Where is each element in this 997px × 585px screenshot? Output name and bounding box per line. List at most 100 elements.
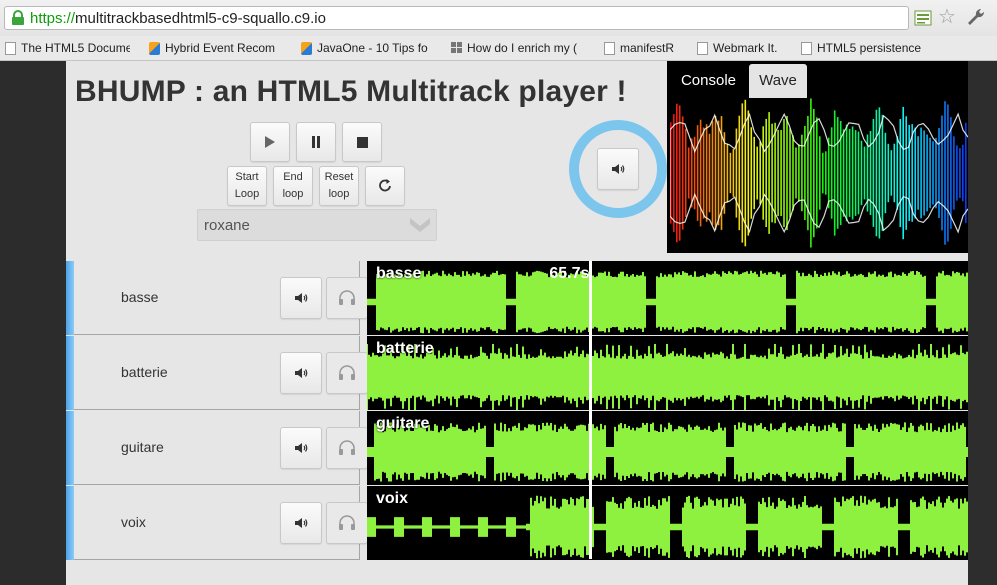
spectrum-bar [810, 98, 812, 248]
spectrum-bar [914, 127, 916, 219]
spectrum-bar [816, 117, 818, 229]
speaker-icon [295, 443, 308, 453]
reset-loop-button[interactable]: Reset loop [319, 166, 359, 206]
spectrum-bar [923, 130, 925, 216]
track-solo-button[interactable] [326, 352, 368, 394]
start-loop-line1: Start [235, 171, 259, 183]
spectrum-bar [804, 126, 806, 220]
bookmark-item[interactable]: Webmark It. [697, 40, 792, 56]
track-mute-button[interactable] [280, 427, 322, 469]
page-action-icon[interactable] [914, 10, 932, 26]
spectrum-bar [681, 116, 684, 230]
bookmark-item[interactable]: The HTML5 Documen [5, 40, 130, 56]
track-waveform[interactable]: guitare [367, 411, 968, 485]
track-waveform[interactable]: voix [367, 486, 968, 560]
spectrum-bar [920, 127, 922, 219]
url-host: multitrackbasedhtml5-c9-squallo.c9.io [75, 10, 326, 27]
spectrum-bar [902, 106, 904, 240]
bookmark-star-icon[interactable]: ☆ [938, 6, 956, 28]
spectrum-bar [953, 136, 955, 210]
spectrum-bar [863, 146, 866, 200]
spectrum-bar [830, 127, 833, 219]
spectrum-bar [959, 148, 961, 198]
spectrum-bar [777, 129, 779, 216]
grid-icon [451, 41, 462, 55]
spectrum-bar [887, 143, 890, 203]
spectrum-bar [860, 140, 863, 206]
track-mute-button[interactable] [280, 502, 322, 544]
page: BHUMP : an HTML5 Multitrack player ! Sta… [0, 61, 997, 585]
master-mute-button[interactable] [597, 148, 639, 190]
address-bar[interactable]: https://multitrackbasedhtml5-c9-squallo.… [4, 6, 909, 30]
waveform-path [367, 270, 968, 334]
bookmark-label: JavaOne - 10 Tips fo [317, 41, 428, 55]
pause-button[interactable] [296, 122, 336, 162]
stop-button[interactable] [342, 122, 382, 162]
spectrum-bar [926, 134, 928, 212]
spectrum-bar [786, 116, 788, 231]
bookmark-label: Webmark It. [713, 41, 778, 55]
track-mute-button[interactable] [280, 277, 322, 319]
bookmark-item[interactable]: HTML5 persistence [801, 40, 926, 56]
track-row-basse: basse basse [66, 261, 968, 336]
track-name: batterie [121, 364, 168, 380]
track-marker [66, 336, 74, 410]
waveform-path [367, 495, 968, 559]
track-mute-button[interactable] [280, 352, 322, 394]
playhead[interactable] [589, 261, 593, 559]
spectrum-bar [956, 145, 958, 201]
bookmark-item[interactable]: manifestR [604, 40, 689, 56]
spectrum-bar [881, 114, 884, 232]
spectrum-bar [938, 128, 940, 218]
spectrum-bar [851, 126, 854, 220]
spectrum-bar [917, 136, 919, 210]
track-solo-button[interactable] [326, 502, 368, 544]
spectrum-bar [875, 109, 878, 237]
spectrum-bar [723, 132, 726, 214]
spectrum-bar [789, 128, 791, 218]
spectrum-bar [962, 144, 964, 202]
play-button[interactable] [250, 122, 290, 162]
track-name: voix [121, 514, 146, 530]
track-marker [66, 486, 74, 560]
spectrum-bar [908, 125, 910, 221]
visualizer-panel: Console Wave [667, 61, 968, 253]
spectrum-bar [726, 143, 729, 203]
spectrum-bar [678, 105, 681, 241]
spectrum-bar [792, 135, 794, 211]
tab-wave[interactable]: Wave [749, 64, 807, 98]
bookmark-item[interactable]: JavaOne - 10 Tips fo [301, 40, 433, 56]
track-waveform[interactable]: basse [367, 261, 968, 335]
frequency-visualizer [670, 98, 968, 248]
track-solo-button[interactable] [326, 277, 368, 319]
current-time: 65.7s [549, 265, 590, 282]
spectrum-bar [729, 152, 732, 194]
waveform-graphic [367, 422, 968, 482]
spectrum-bar [711, 121, 714, 225]
track-solo-button[interactable] [326, 427, 368, 469]
end-loop-button[interactable]: End loop [273, 166, 313, 206]
waveform-label: guitare [376, 415, 430, 432]
spectrum-bar [872, 119, 875, 227]
tab-console[interactable]: Console [670, 64, 747, 98]
spectrum-bar [741, 103, 744, 243]
track-waveform[interactable]: batterie [367, 336, 968, 410]
reload-button[interactable] [365, 166, 405, 206]
wrench-icon[interactable] [966, 7, 988, 27]
end-loop-line2: loop [282, 188, 304, 200]
song-select[interactable]: roxane [197, 209, 437, 241]
spectrum-bar [854, 130, 857, 216]
track-row-batterie: batterie batterie [66, 336, 968, 411]
speaker-icon [612, 164, 625, 174]
bookmark-label: HTML5 persistence [817, 41, 922, 55]
waveform-graphic [367, 495, 968, 559]
bookmark-item[interactable]: Hybrid Event Recom [149, 40, 281, 56]
bookmark-item[interactable]: How do I enrich my ( [451, 40, 585, 56]
spectrum-bar [813, 108, 815, 238]
start-loop-button[interactable]: Start Loop [227, 166, 267, 206]
waveform-label: voix [376, 490, 409, 507]
reset-loop-line2: loop [328, 188, 350, 200]
spectrum-bar [833, 110, 836, 236]
spectrum-bar [774, 122, 776, 224]
track-name: guitare [121, 439, 164, 455]
